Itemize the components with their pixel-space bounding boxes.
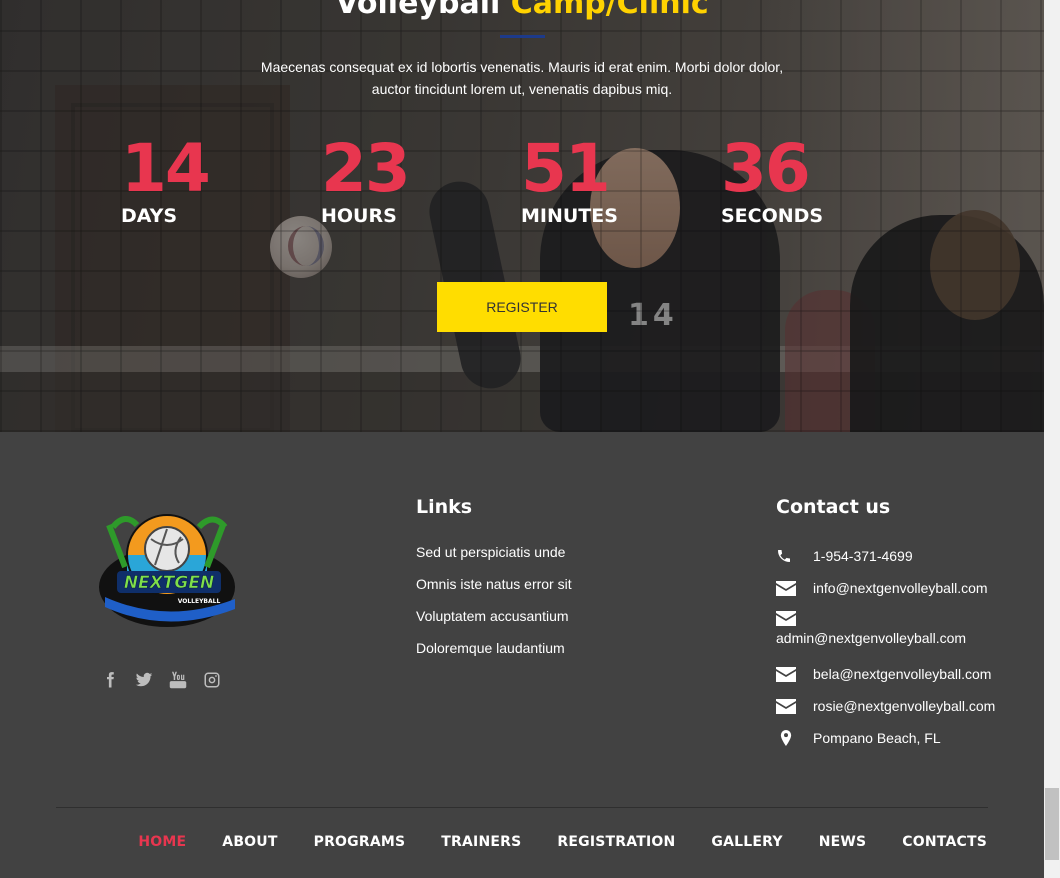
title-divider: [500, 35, 545, 38]
nav-programs[interactable]: PROGRAMS: [314, 834, 406, 850]
hero-description: Maecenas consequat ex id lobortis venena…: [260, 59, 784, 97]
contact-email: bela@nextgenvolleyball.com: [776, 658, 1016, 690]
countdown-minutes-label: MINUTES: [521, 205, 618, 227]
contact-email: admin@nextgenvolleyball.com: [776, 604, 1016, 658]
youtube-icon[interactable]: [168, 670, 188, 690]
footer-divider: [56, 807, 988, 808]
footer-link[interactable]: Doloremque laudantium: [416, 638, 572, 670]
nav-registration[interactable]: REGISTRATION: [557, 834, 675, 850]
countdown-hours-label: HOURS: [321, 205, 397, 227]
envelope-icon: [776, 666, 796, 682]
nav-gallery[interactable]: GALLERY: [711, 834, 782, 850]
social-links: [100, 670, 222, 690]
footer-links: Sed ut perspiciatis unde Omnis iste natu…: [416, 542, 572, 670]
location-text: Pompano Beach, FL: [813, 730, 941, 746]
countdown-seconds-value: 36: [721, 130, 811, 207]
countdown-hours: 23 HOURS: [321, 130, 411, 227]
hero-title-accent: Camp/Clinic: [510, 0, 709, 21]
scrollbar-thumb[interactable]: [1045, 788, 1059, 860]
instagram-icon[interactable]: [202, 670, 222, 690]
countdown-minutes: 51 MINUTES: [521, 130, 618, 227]
countdown-hero: 14 Volleyball Camp/Clinic Maecenas conse…: [0, 0, 1044, 432]
footer-link[interactable]: Omnis iste natus error sit: [416, 574, 572, 606]
countdown-minutes-value: 51: [521, 130, 611, 207]
nav-news[interactable]: NEWS: [819, 834, 867, 850]
countdown-seconds-label: SECONDS: [721, 205, 824, 227]
contact-phone: 1-954-371-4699: [776, 540, 1016, 572]
twitter-icon[interactable]: [134, 670, 154, 690]
page-scrollbar[interactable]: [1044, 0, 1060, 878]
contact-list: 1-954-371-4699 info@nextgenvolleyball.co…: [776, 540, 1016, 754]
email-link[interactable]: admin@nextgenvolleyball.com: [776, 630, 966, 646]
nav-about[interactable]: ABOUT: [222, 834, 277, 850]
register-button[interactable]: REGISTER: [437, 282, 607, 332]
email-link[interactable]: rosie@nextgenvolleyball.com: [813, 698, 995, 714]
countdown-seconds: 36 SECONDS: [721, 130, 823, 227]
hero-title: Volleyball Camp/Clinic: [0, 0, 1044, 21]
contact-location: Pompano Beach, FL: [776, 722, 1016, 754]
footer-link[interactable]: Voluptatem accusantium: [416, 606, 572, 638]
logo-subtext: VOLLEYBALL: [178, 598, 221, 605]
nextgen-volleyball-logo[interactable]: NEXTGEN VOLLEYBALL: [95, 507, 240, 632]
map-pin-icon: [776, 730, 796, 746]
nav-home[interactable]: HOME: [138, 834, 186, 850]
countdown-days: 14 DAYS: [121, 130, 211, 227]
links-heading: Links: [416, 496, 473, 518]
envelope-icon: [776, 610, 796, 626]
nav-trainers[interactable]: TRAINERS: [441, 834, 521, 850]
contact-email: rosie@nextgenvolleyball.com: [776, 690, 1016, 722]
site-footer: NEXTGEN VOLLEYBALL Links Sed ut perspici…: [0, 432, 1044, 878]
contact-email: info@nextgenvolleyball.com: [776, 572, 1016, 604]
email-link[interactable]: info@nextgenvolleyball.com: [813, 580, 988, 596]
logo-wordmark: NEXTGEN: [124, 573, 214, 593]
nav-contacts[interactable]: CONTACTS: [902, 834, 987, 850]
countdown-days-value: 14: [121, 130, 211, 207]
footer-nav: HOME ABOUT PROGRAMS TRAINERS REGISTRATIO…: [138, 834, 987, 850]
envelope-icon: [776, 698, 796, 714]
facebook-icon[interactable]: [100, 670, 120, 690]
footer-link[interactable]: Sed ut perspiciatis unde: [416, 542, 572, 574]
countdown-days-label: DAYS: [121, 205, 178, 227]
email-link[interactable]: bela@nextgenvolleyball.com: [813, 666, 991, 682]
phone-icon: [776, 548, 796, 564]
contact-heading: Contact us: [776, 496, 891, 518]
countdown-hours-value: 23: [321, 130, 411, 207]
envelope-icon: [776, 580, 796, 596]
phone-number[interactable]: 1-954-371-4699: [813, 548, 913, 564]
